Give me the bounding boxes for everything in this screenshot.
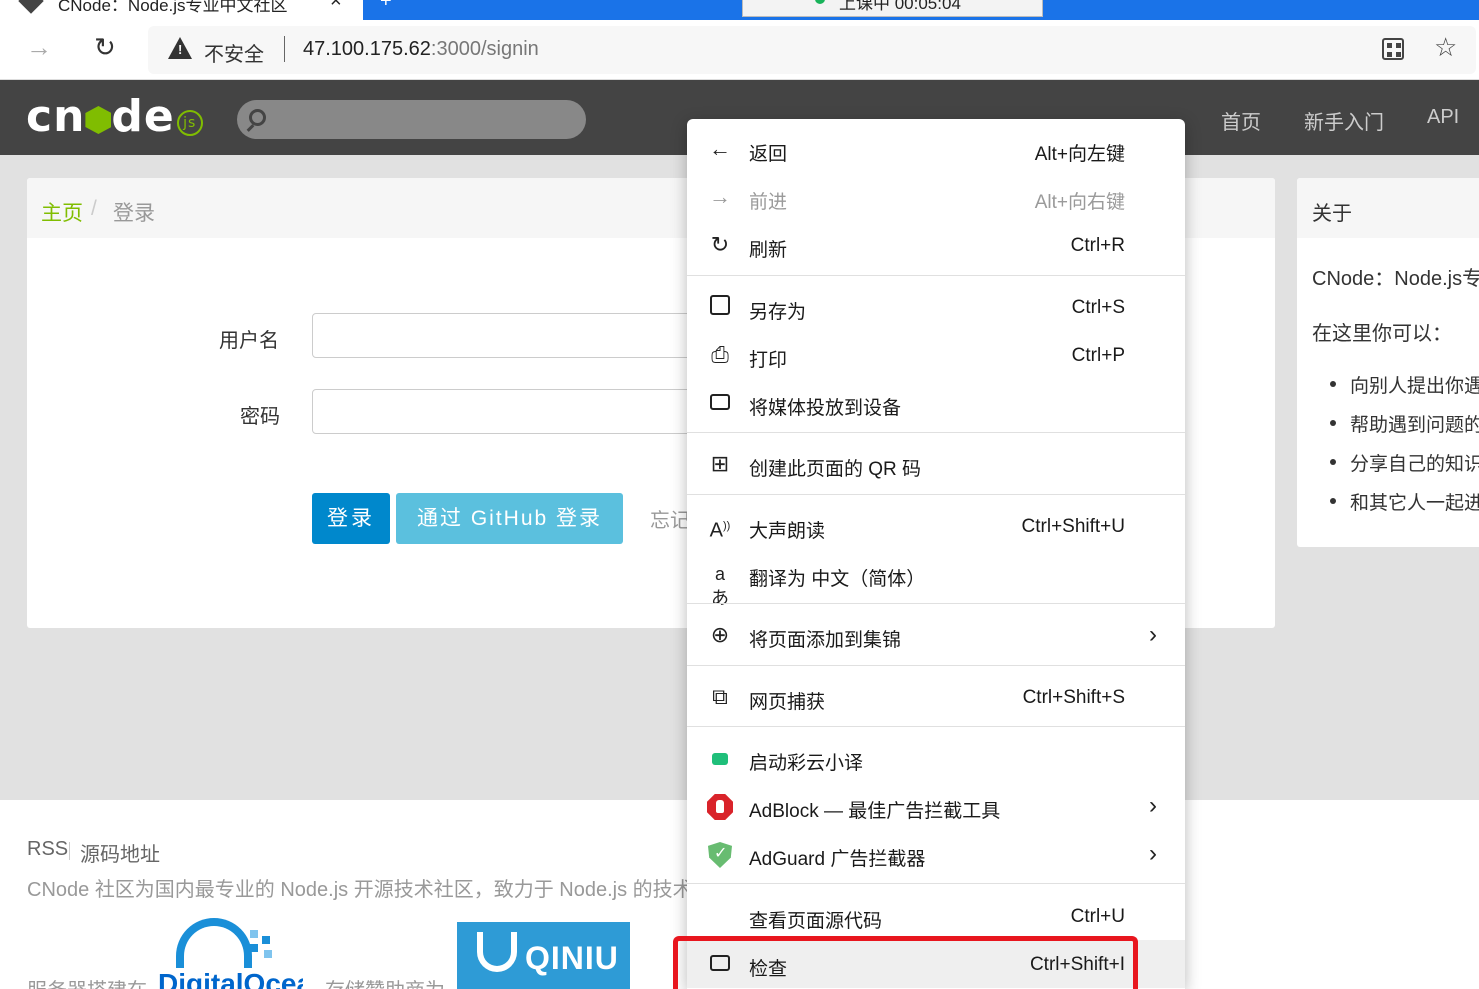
menu-item-web-capture[interactable]: ⧉ 网页捕获 Ctrl+Shift+S <box>687 673 1185 721</box>
save-icon <box>707 295 733 319</box>
refresh-icon: ↻ <box>710 232 730 257</box>
about-you-can: 在这里你可以： <box>1312 323 1452 345</box>
caiyun-icon <box>707 746 733 770</box>
menu-item-qr-code[interactable]: ⊞ 创建此页面的 QR 码 <box>687 440 1185 488</box>
menu-separator <box>687 275 1185 276</box>
storage-sponsor-text: 存储赞助商为 <box>325 974 445 989</box>
search-icon <box>249 109 266 126</box>
about-intro: CNode：Node.js专业中文社区 <box>1312 268 1479 290</box>
password-input[interactable] <box>312 389 712 434</box>
new-tab-button[interactable]: + <box>380 0 392 13</box>
about-panel: 关于 CNode：Node.js专业中文社区 在这里你可以： 向别人提出你遇到的… <box>1297 178 1479 547</box>
about-list-item: 和其它人一起进步 <box>1329 488 1479 515</box>
tab-title: CNode：Node.js专业中文社区 <box>58 0 288 15</box>
menu-separator <box>687 603 1185 604</box>
forward-arrow-icon: → <box>709 184 731 209</box>
recording-dot-icon <box>815 0 825 4</box>
adguard-icon <box>707 842 733 868</box>
web-capture-icon: ⧉ <box>712 684 728 709</box>
menu-item-adblock[interactable]: AdBlock — 最佳广告拦截工具 › <box>687 782 1185 830</box>
menu-item-add-to-collections[interactable]: ⊕ 将页面添加到集锦 › <box>687 611 1185 659</box>
address-divider <box>284 36 285 62</box>
translate-icon: aあ <box>711 564 729 608</box>
url-text[interactable]: 47.100.175.62:3000/signin <box>303 38 539 61</box>
forward-button[interactable]: → <box>26 32 52 63</box>
js-badge-icon: js <box>176 110 203 136</box>
reload-button[interactable]: ↻ <box>94 32 116 63</box>
add-favorite-icon[interactable]: ☆ <box>1434 32 1457 63</box>
url-host: 47.100.175.62 <box>303 38 431 60</box>
back-arrow-icon: ← <box>709 136 731 161</box>
tab-close-icon[interactable]: × <box>330 0 342 13</box>
browser-toolbar: → ↻ 不安全 47.100.175.62:3000/signin ☆ <box>0 20 1479 80</box>
warning-icon[interactable] <box>168 37 192 59</box>
timer-popup: 上课中 00:05:04 <box>742 0 1043 17</box>
cast-icon <box>707 391 733 415</box>
chevron-right-icon: › <box>1149 621 1157 648</box>
menu-item-print[interactable]: ⎙ 打印 Ctrl+P <box>687 331 1185 379</box>
menu-item-adguard[interactable]: AdGuard 广告拦截器 › <box>687 830 1185 878</box>
browser-tab-active[interactable]: CNode：Node.js专业中文社区 × <box>0 0 363 20</box>
pixel-dots-icon <box>250 930 258 938</box>
printer-icon: ⎙ <box>711 342 729 367</box>
breadcrumb-home-link[interactable]: 主页 <box>41 197 83 227</box>
context-menu: ← 返回 Alt+向左键 → 前进 Alt+向右键 ↻ 刷新 Ctrl+R 另存… <box>687 119 1185 989</box>
about-list-item: 向别人提出你遇到的问题 <box>1329 371 1479 398</box>
qr-code-icon[interactable] <box>1382 38 1404 60</box>
menu-item-forward[interactable]: → 前进 Alt+向右键 <box>687 173 1185 221</box>
adblock-icon <box>707 794 733 820</box>
collections-icon: ⊕ <box>710 622 730 647</box>
menu-separator <box>687 665 1185 666</box>
qr-code-icon: ⊞ <box>710 451 730 476</box>
footer-divider <box>69 842 70 860</box>
menu-item-read-aloud[interactable]: A)) 大声朗读 Ctrl+Shift+U <box>687 502 1185 550</box>
server-sponsor-text: 服务器搭建在 <box>27 974 147 989</box>
highlight-annotation-box <box>673 936 1138 989</box>
menu-item-cast[interactable]: 将媒体投放到设备 <box>687 379 1185 427</box>
nav-getting-started[interactable]: 新手入门 <box>1304 106 1384 135</box>
source-code-link[interactable]: 源码地址 <box>80 838 160 867</box>
ox-head-icon <box>477 932 517 972</box>
digitalocean-logo[interactable]: DigitalOcean <box>158 912 303 989</box>
github-login-button[interactable]: 通过 GitHub 登录 <box>396 493 623 544</box>
menu-separator <box>687 494 1185 495</box>
menu-item-translate[interactable]: aあ 翻译为 中文（简体） <box>687 550 1185 608</box>
nav-api[interactable]: API <box>1427 106 1459 129</box>
tab-strip: CNode：Node.js专业中文社区 × + 上课中 00:05:04 <box>0 0 1479 20</box>
chevron-right-icon: › <box>1149 792 1157 819</box>
address-bar[interactable]: 不安全 47.100.175.62:3000/signin ☆ <box>148 26 1476 74</box>
cnode-logo[interactable]: cn de js <box>26 92 203 142</box>
about-title: 关于 <box>1312 203 1352 225</box>
breadcrumb-separator: / <box>91 197 97 220</box>
site-search-input[interactable] <box>237 100 586 139</box>
footer-description: CNode 社区为国内最专业的 Node.js 开源技术社区，致力于 Node.… <box>27 879 753 901</box>
about-header: 关于 <box>1297 178 1479 238</box>
cloud-icon <box>176 918 252 968</box>
username-input[interactable] <box>312 313 712 358</box>
cnode-favicon-icon <box>18 0 44 14</box>
login-button[interactable]: 登录 <box>312 493 390 544</box>
menu-item-view-source[interactable]: 查看页面源代码 Ctrl+U <box>687 892 1185 940</box>
qiniu-logo[interactable]: QINIU <box>457 922 630 989</box>
hexagon-icon <box>85 106 112 134</box>
nav-home[interactable]: 首页 <box>1221 106 1261 135</box>
menu-separator <box>687 883 1185 884</box>
menu-item-back[interactable]: ← 返回 Alt+向左键 <box>687 125 1185 173</box>
menu-separator <box>687 726 1185 727</box>
timer-text: 上课中 00:05:04 <box>839 0 961 13</box>
rss-link[interactable]: RSS <box>27 838 68 861</box>
read-aloud-icon: A)) <box>709 519 731 542</box>
security-label[interactable]: 不安全 <box>204 38 264 67</box>
username-label: 用户名 <box>219 330 279 352</box>
breadcrumb-current: 登录 <box>113 202 155 225</box>
menu-separator <box>687 432 1185 433</box>
chevron-right-icon: › <box>1149 840 1157 867</box>
about-list-item: 帮助遇到问题的人 <box>1329 410 1479 437</box>
menu-item-save-as[interactable]: 另存为 Ctrl+S <box>687 283 1185 331</box>
menu-item-refresh[interactable]: ↻ 刷新 Ctrl+R <box>687 221 1185 269</box>
url-path: :3000/signin <box>430 38 539 60</box>
about-list-item: 分享自己的知识 <box>1329 449 1479 476</box>
password-label: 密码 <box>240 406 280 428</box>
menu-item-caiyun[interactable]: 启动彩云小译 <box>687 734 1185 782</box>
